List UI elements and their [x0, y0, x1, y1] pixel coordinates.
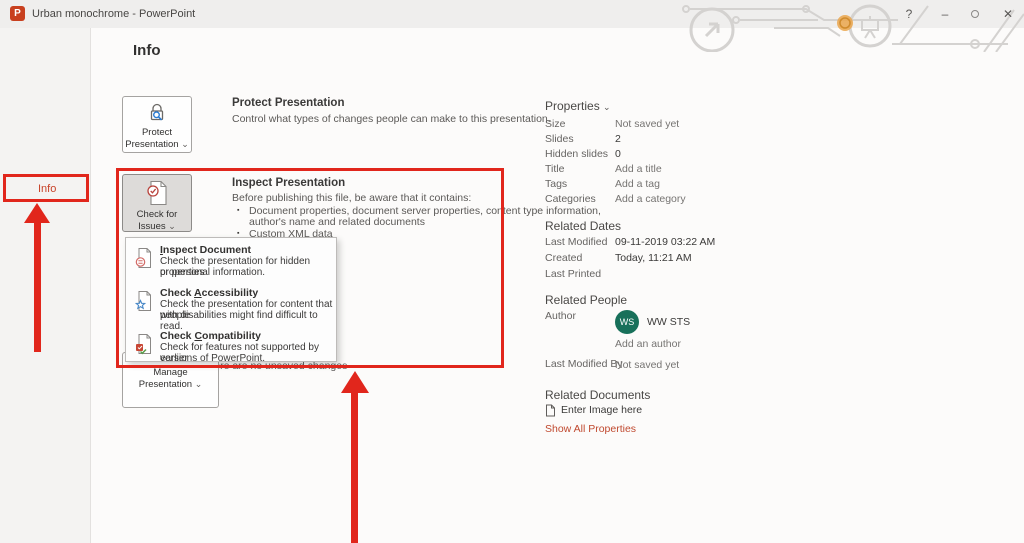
annotation-arrow-shaft [351, 391, 358, 543]
window-title: Urban monochrome - PowerPoint [32, 0, 195, 28]
document-icon [545, 404, 556, 417]
author-avatar[interactable]: WS [615, 310, 639, 334]
chevron-down-icon: ⌄ [168, 221, 176, 231]
property-value-add-tag[interactable]: Add a tag [615, 178, 660, 190]
check-issues-button-label: Issues [138, 221, 165, 232]
check-issues-button-label: Check for [137, 209, 178, 220]
inspect-section-heading: Inspect Presentation [232, 177, 345, 189]
show-all-properties-link[interactable]: Show All Properties [545, 423, 636, 435]
menu-item-title: Check Accessibility [160, 287, 258, 299]
backstage-sidebar [0, 28, 91, 543]
chevron-down-icon: ⌄ [195, 379, 203, 389]
date-value: Today, 11:21 AM [615, 252, 692, 264]
bullet-icon: ▪ [237, 230, 239, 237]
last-modified-by-value: Not saved yet [615, 359, 679, 371]
chevron-down-icon: ⌄ [181, 139, 189, 149]
check-for-issues-menu: Inspect Document Check the presentation … [125, 237, 337, 362]
date-value: 09-11-2019 03:22 AM [615, 236, 715, 248]
powerpoint-backstage-info: P Urban monochrome - PowerPoint ? – ✕ [0, 0, 1024, 543]
menu-item-description: versions of PowerPoint. [160, 353, 265, 364]
related-document-link[interactable]: Enter Image here [561, 404, 642, 416]
menu-item-check-compatibility[interactable]: Check Compatibility Check for features n… [126, 329, 336, 370]
check-compatibility-icon [134, 333, 154, 355]
date-label: Last Printed [545, 268, 601, 280]
related-dates-header: Related Dates [545, 219, 621, 233]
property-label: Categories [545, 193, 596, 205]
property-value-add-title[interactable]: Add a title [615, 163, 662, 175]
protect-button-label: Protect [142, 127, 172, 138]
page-title: Info [133, 42, 161, 59]
property-label: Size [545, 118, 565, 130]
property-value: 2 [615, 133, 621, 145]
protect-presentation-button[interactable]: Protect Presentation ⌄ [122, 96, 192, 153]
minimize-button[interactable]: – [934, 0, 956, 28]
titlebar: P Urban monochrome - PowerPoint [0, 0, 1024, 28]
property-value: Not saved yet [615, 118, 679, 130]
inspect-section-intro: Before publishing this file, be aware th… [232, 192, 471, 204]
last-modified-by-label: Last Modified By [545, 358, 623, 370]
check-for-issues-button[interactable]: Check for Issues ⌄ [122, 174, 192, 232]
property-label: Slides [545, 133, 574, 145]
date-label: Created [545, 252, 582, 264]
date-label: Last Modified [545, 236, 607, 248]
inspect-document-icon [134, 247, 154, 269]
help-button[interactable]: ? [898, 0, 920, 28]
powerpoint-app-icon: P [10, 6, 25, 21]
menu-item-description: or personal information. [160, 267, 265, 278]
close-button[interactable]: ✕ [997, 0, 1019, 28]
manage-button-label: Presentation [139, 379, 192, 390]
protect-section-heading: Protect Presentation [232, 97, 344, 109]
property-value-add-category[interactable]: Add a category [615, 193, 686, 205]
sidebar-item-info[interactable]: Info [38, 183, 56, 195]
add-author-field[interactable]: Add an author [615, 338, 681, 350]
check-accessibility-icon [134, 290, 154, 312]
property-label: Tags [545, 178, 567, 190]
protect-button-label: Presentation [125, 139, 178, 150]
maximize-button[interactable] [971, 10, 979, 18]
check-for-issues-icon [145, 180, 169, 206]
property-value: 0 [615, 148, 621, 160]
property-label: Title [545, 163, 564, 175]
chevron-down-icon: ⌄ [603, 102, 611, 112]
menu-item-title: Inspect Document [160, 244, 251, 256]
annotation-arrowhead-up [341, 371, 369, 393]
properties-header[interactable]: Properties ⌄ [545, 99, 611, 113]
menu-item-inspect-document[interactable]: Inspect Document Check the presentation … [126, 243, 336, 284]
related-people-header: Related People [545, 293, 627, 307]
property-label: Hidden slides [545, 148, 608, 160]
protect-section-description: Control what types of changes people can… [232, 113, 551, 125]
inspect-bullet-text: author's name and related documents [249, 216, 425, 228]
menu-item-title: Check Compatibility [160, 330, 261, 342]
author-label: Author [545, 310, 576, 322]
menu-item-check-accessibility[interactable]: Check Accessibility Check the presentati… [126, 286, 336, 327]
related-documents-header: Related Documents [545, 388, 650, 402]
author-name: WW STS [647, 316, 690, 328]
protect-lock-icon [146, 102, 168, 124]
bullet-icon: ▪ [237, 207, 239, 214]
